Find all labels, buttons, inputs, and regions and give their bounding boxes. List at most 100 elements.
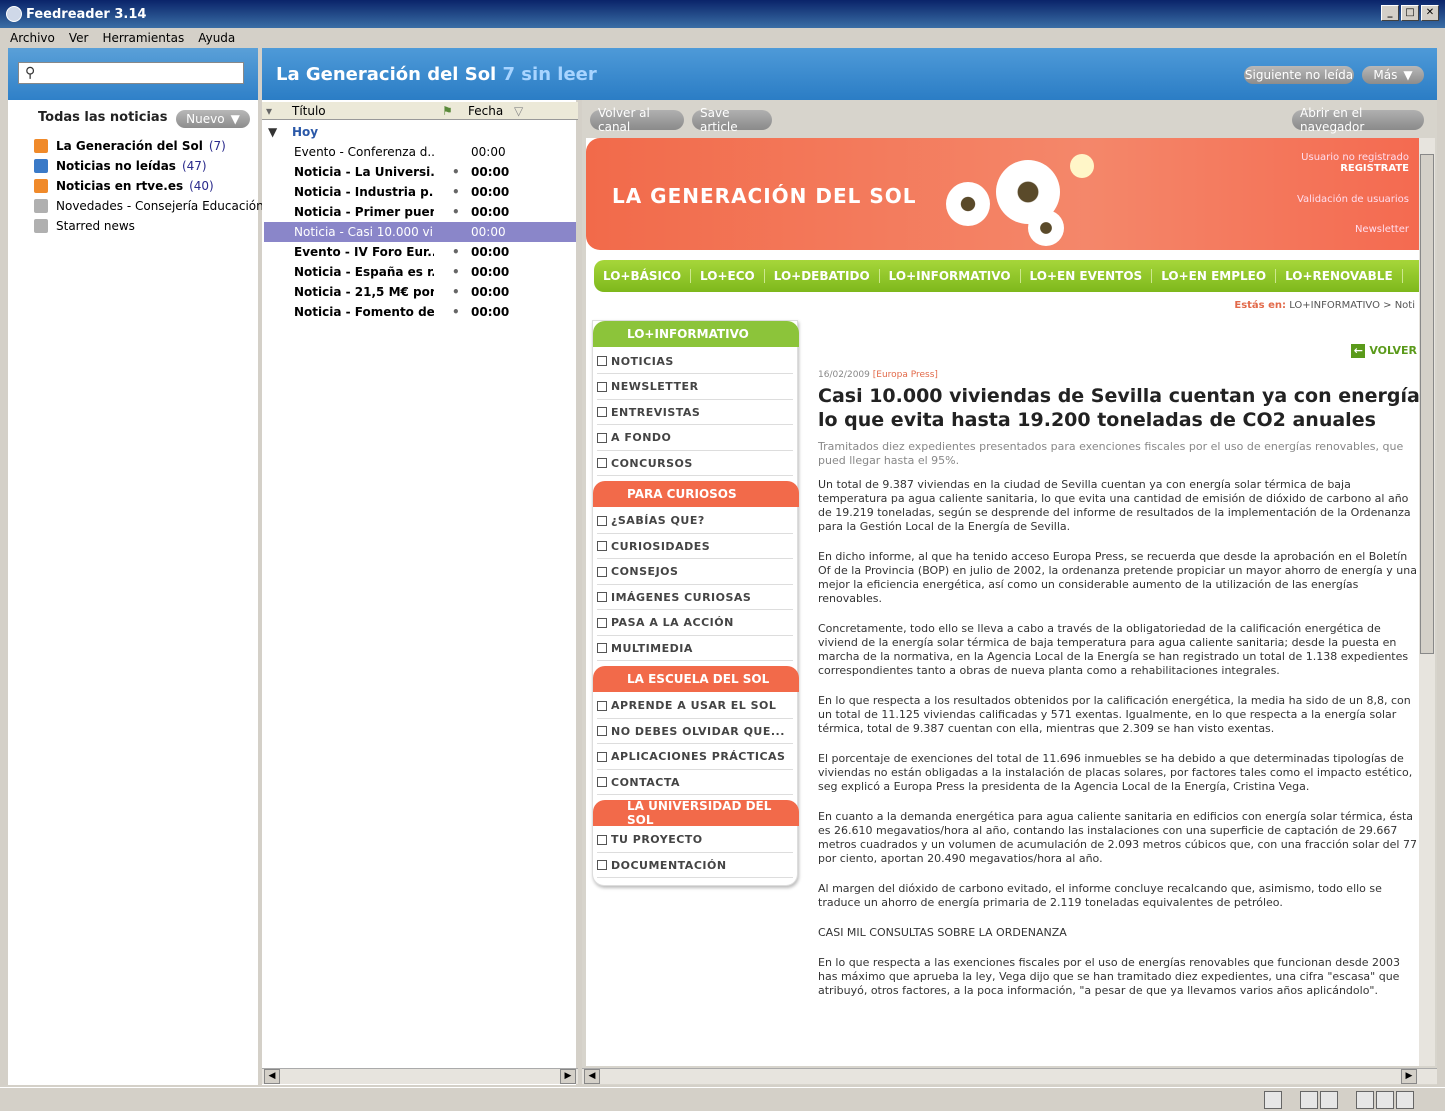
web-view: LA GENERACIÓN DEL SOL Usuario no registr… <box>586 138 1419 1066</box>
nav-item[interactable]: LO+DEBATIDO <box>765 269 880 283</box>
scroll-left-icon[interactable]: ◀ <box>264 1069 280 1084</box>
register-link[interactable]: REGISTRATE <box>1301 163 1409 174</box>
sidebar-link[interactable]: APRENDE A USAR EL SOL <box>597 694 793 719</box>
sidebar-link[interactable]: CONTACTA <box>597 770 793 795</box>
all-news-label[interactable]: Todas las noticias <box>38 110 167 125</box>
menu-ayuda[interactable]: Ayuda <box>198 31 235 45</box>
breadcrumb-path[interactable]: LO+INFORMATIVO > Noti <box>1289 300 1415 311</box>
newsletter-link[interactable]: Newsletter <box>1355 224 1409 235</box>
close-icon[interactable]: ✕ <box>1421 5 1439 21</box>
sidebar-link[interactable]: NO DEBES OLVIDAR QUE... <box>597 719 793 744</box>
validation-link[interactable]: Validación de usuarios <box>1297 194 1409 205</box>
layout-icon[interactable] <box>1396 1091 1414 1109</box>
back-to-channel-button[interactable]: Volver al canal <box>590 106 684 134</box>
sidebar-link-label: APLICACIONES PRÁCTICAS <box>611 750 786 763</box>
unread-dot: • <box>452 205 460 219</box>
save-article-button[interactable]: Save article <box>692 106 772 134</box>
list-item[interactable]: Noticia - Industria p... • 00:00 <box>264 182 576 202</box>
sidebar-link[interactable]: CURIOSIDADES <box>597 534 793 559</box>
sort-toggle-icon[interactable]: ▾ <box>266 104 272 118</box>
font-size-icon[interactable] <box>1320 1091 1338 1109</box>
open-browser-button[interactable]: Abrir en el navegador <box>1292 106 1424 134</box>
feed-item[interactable]: Noticias no leídas (47) <box>34 156 256 176</box>
nav-item[interactable]: LO+ECO <box>691 269 765 283</box>
column-flag-icon[interactable]: ⚑ <box>442 104 453 118</box>
site-logo-text[interactable]: LA GENERACIÓN DEL SOL <box>612 184 917 208</box>
new-button[interactable]: Nuevo ▼ <box>176 110 250 128</box>
sidebar-link[interactable]: DOCUMENTACIÓN <box>597 853 793 878</box>
sidebar-link[interactable]: PASA A LA ACCIÓN <box>597 611 793 636</box>
article-paragraph: Un total de 9.387 viviendas en la ciudad… <box>818 478 1411 533</box>
bullet-icon <box>597 834 607 845</box>
sidebar-link[interactable]: ENTREVISTAS <box>597 400 793 425</box>
article-subtitle: Tramitados diez expedientes presentados … <box>818 440 1404 467</box>
list-item[interactable]: Evento - Conferenza d... 00:00 <box>264 142 576 162</box>
list-item[interactable]: Evento - IV Foro Eur... • 00:00 <box>264 242 576 262</box>
filter-icon[interactable]: ▽ <box>514 104 523 118</box>
sidebar-section-title[interactable]: LO+INFORMATIVO <box>593 321 799 347</box>
scroll-right-icon[interactable]: ▶ <box>560 1069 576 1084</box>
search-input[interactable]: ⚲ <box>18 62 244 84</box>
list-item[interactable]: Noticia - 21,5 M€ por... • 00:00 <box>264 282 576 302</box>
list-item[interactable]: Noticia - Primer puer... • 00:00 <box>264 202 576 222</box>
sidebar-link[interactable]: NOTICIAS <box>597 349 793 374</box>
sidebar-link[interactable]: A FONDO <box>597 426 793 451</box>
content-horizontal-scrollbar[interactable]: ◀ ▶ <box>582 1068 1437 1084</box>
sidebar-link[interactable]: NEWSLETTER <box>597 375 793 400</box>
refresh-icon[interactable] <box>1264 1091 1282 1109</box>
list-horizontal-scrollbar[interactable]: ◀ ▶ <box>262 1068 578 1084</box>
sidebar-link[interactable]: MULTIMEDIA <box>597 636 793 661</box>
sidebar-link-label: ENTREVISTAS <box>611 405 701 419</box>
menu-ver[interactable]: Ver <box>69 31 89 45</box>
unread-dot: • <box>452 265 460 279</box>
new-button-label: Nuevo <box>186 112 225 126</box>
sidebar-link[interactable]: ¿SABÍAS QUE? <box>597 509 793 534</box>
sidebar-link-label: NOTICIAS <box>611 354 674 368</box>
nav-item[interactable]: LO+EN EVENTOS <box>1021 269 1153 283</box>
feed-item[interactable]: Novedades - Consejería Educación <box>34 196 264 216</box>
sidebar-link-label: TU PROYECTO <box>611 833 703 846</box>
scroll-right-icon[interactable]: ▶ <box>1401 1069 1417 1084</box>
feed-name: Novedades - Consejería Educación <box>56 199 264 213</box>
sidebar-link[interactable]: TU PROYECTO <box>597 828 793 853</box>
sidebar-section-title[interactable]: LA ESCUELA DEL SOL <box>593 665 799 692</box>
group-today[interactable]: ▼ Hoy <box>264 122 576 142</box>
feed-item[interactable]: La Generación del Sol (7) <box>34 136 256 156</box>
font-size-icon[interactable] <box>1300 1091 1318 1109</box>
scroll-left-icon[interactable]: ◀ <box>584 1069 600 1084</box>
collapse-icon[interactable]: ▼ <box>268 125 277 139</box>
nav-item[interactable]: LO+INFORMATIVO <box>880 269 1021 283</box>
maximize-icon[interactable]: □ <box>1401 5 1419 21</box>
feed-item[interactable]: Starred news <box>34 216 256 236</box>
column-title[interactable]: Título <box>292 104 326 118</box>
nav-item[interactable]: LO+EN EMPLEO <box>1152 269 1277 283</box>
sidebar-link[interactable]: APLICACIONES PRÁCTICAS <box>597 745 793 770</box>
nav-item[interactable]: LO+RENOVABLE <box>1276 269 1403 283</box>
article-paragraphs: Un total de 9.387 viviendas en la ciudad… <box>818 478 1418 998</box>
scroll-thumb[interactable] <box>1420 154 1434 654</box>
nav-item[interactable]: LO+BÁSICO <box>594 269 692 283</box>
list-item[interactable]: Noticia - España es r... • 00:00 <box>264 262 576 282</box>
list-item[interactable]: Noticia - Fomento de... • 00:00 <box>264 302 576 322</box>
content-vertical-scrollbar[interactable] <box>1419 138 1435 1066</box>
sidebar-section-title[interactable]: LA UNIVERSIDAD DEL SOL <box>593 799 799 827</box>
flower-image <box>1028 210 1064 246</box>
sidebar-link[interactable]: CONSEJOS <box>597 560 793 585</box>
item-date: 00:00 <box>471 225 506 239</box>
menu-herramientas[interactable]: Herramientas <box>102 31 184 45</box>
minimize-icon[interactable]: _ <box>1381 5 1399 21</box>
next-unread-button[interactable]: Siguiente no leída <box>1244 66 1354 84</box>
sidebar-link[interactable]: IMÁGENES CURIOSAS <box>597 585 793 610</box>
sidebar-section-title[interactable]: PARA CURIOSOS <box>593 480 799 507</box>
layout-icon[interactable] <box>1376 1091 1394 1109</box>
column-date[interactable]: Fecha <box>468 104 503 118</box>
sidebar-link[interactable]: CONCURSOS <box>597 451 793 476</box>
layout-icon[interactable] <box>1356 1091 1374 1109</box>
list-item[interactable]: Noticia - Casi 10.000 vi... 00:00 <box>264 222 576 242</box>
next-unread-label: Siguiente no leída <box>1244 68 1354 82</box>
menu-archivo[interactable]: Archivo <box>10 31 55 45</box>
more-button[interactable]: Más ▼ <box>1362 66 1424 84</box>
feed-item[interactable]: Noticias en rtve.es (40) <box>34 176 256 196</box>
volver-link[interactable]: ← VOLVER <box>1351 344 1417 358</box>
list-item[interactable]: Noticia - La Universi... • 00:00 <box>264 162 576 182</box>
